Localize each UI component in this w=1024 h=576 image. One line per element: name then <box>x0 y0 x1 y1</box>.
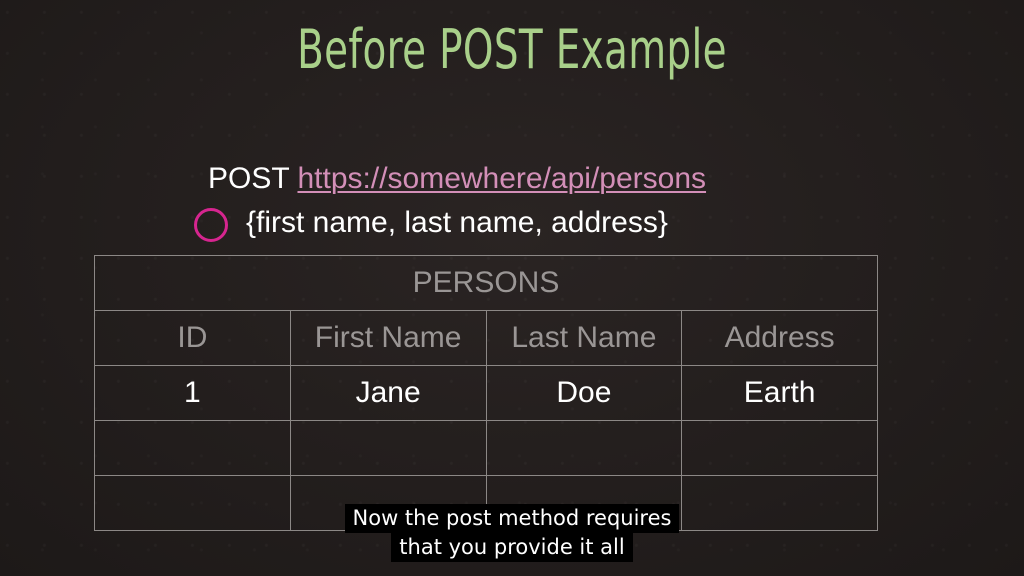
subtitle-line-2: that you provide it all <box>391 533 633 562</box>
persons-table: PERSONS ID First Name Last Name Address … <box>94 255 878 531</box>
column-header-first-name: First Name <box>289 310 487 366</box>
slide-title: Before POST Example <box>297 18 727 81</box>
request-body-line: {first name, last name, address} <box>194 201 668 245</box>
column-header-last-name: Last Name <box>485 310 683 366</box>
table-cell <box>485 420 683 476</box>
table-cell: Earth <box>681 365 878 421</box>
table-caption-row: PERSONS <box>94 255 878 311</box>
table-header-row: ID First Name Last Name Address <box>94 310 878 366</box>
slide: Before POST Example POST https://somewhe… <box>0 0 1024 576</box>
table-cell <box>681 420 878 476</box>
table-cell <box>289 420 487 476</box>
table-row <box>94 420 878 476</box>
table-cell: Doe <box>485 365 683 421</box>
subtitle-line-1: Now the post method requires <box>344 504 680 533</box>
table-caption: PERSONS <box>94 255 878 311</box>
subtitle-captions: Now the post method requires that you pr… <box>0 504 1024 562</box>
http-method: POST <box>208 162 290 195</box>
column-header-id: ID <box>94 310 291 366</box>
request-url-link[interactable]: https://somewhere/api/persons <box>297 162 706 195</box>
request-body: {first name, last name, address} <box>246 206 668 239</box>
table-cell: 1 <box>94 365 291 421</box>
post-request-line: POST https://somewhere/api/persons <box>208 162 706 196</box>
table-cell: Jane <box>289 365 487 421</box>
table-row: 1 Jane Doe Earth <box>94 365 878 421</box>
table-cell <box>94 420 291 476</box>
circle-icon <box>194 208 228 242</box>
column-header-address: Address <box>681 310 878 366</box>
